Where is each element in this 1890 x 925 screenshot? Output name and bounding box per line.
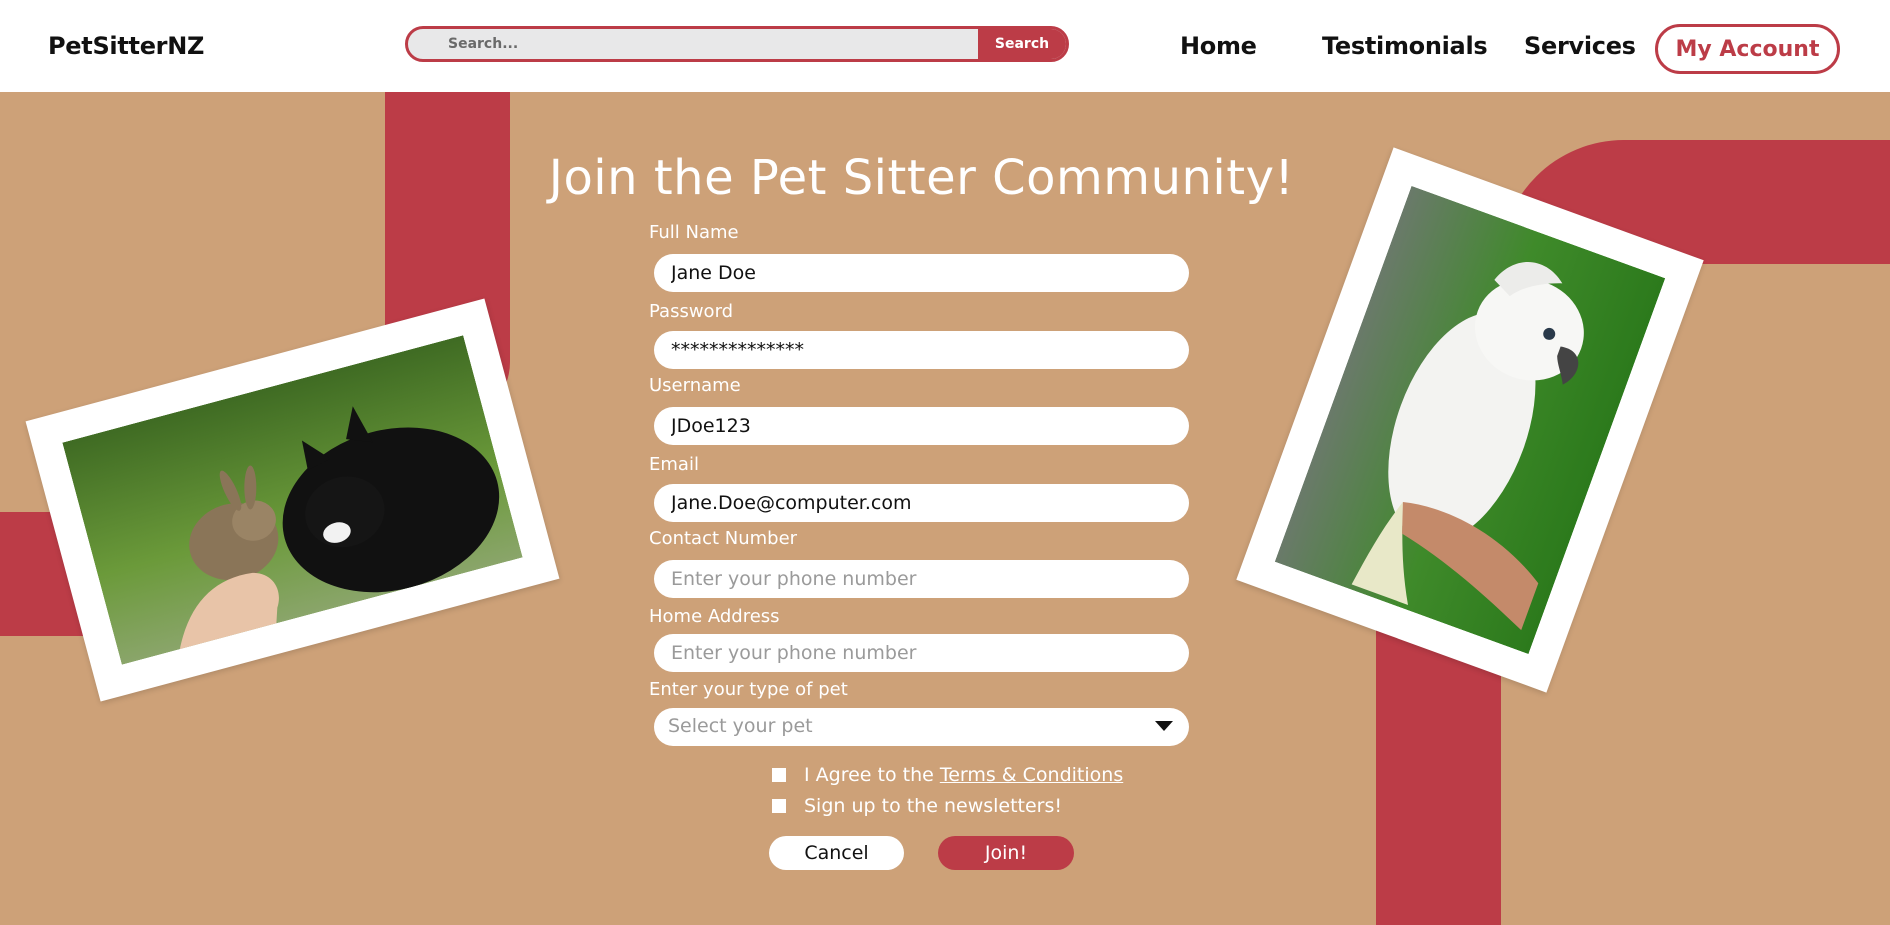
username-input[interactable] <box>654 407 1189 445</box>
join-button[interactable]: Join! <box>938 836 1074 870</box>
rabbit-and-cat-image <box>62 335 523 665</box>
search-input[interactable] <box>408 29 980 59</box>
terms-checkbox[interactable] <box>772 768 786 782</box>
search-bar: Search <box>405 26 1069 62</box>
site-logo[interactable]: PetSitterNZ <box>48 32 204 60</box>
rabbit-and-cat-photo <box>25 298 560 702</box>
terms-row: I Agree to the Terms & Conditions <box>772 764 1123 786</box>
home-address-input[interactable] <box>654 634 1189 672</box>
search-button[interactable]: Search <box>978 29 1066 59</box>
contact-number-input[interactable] <box>654 560 1189 598</box>
chevron-down-icon <box>1155 721 1173 731</box>
home-address-label: Home Address <box>649 606 780 627</box>
pet-type-select[interactable]: Select your pet <box>654 708 1189 746</box>
newsletter-row: Sign up to the newsletters! <box>772 795 1062 817</box>
page-title: Join the Pet Sitter Community! <box>548 150 1295 206</box>
password-label: Password <box>649 301 734 322</box>
nav-testimonials[interactable]: Testimonials <box>1322 32 1488 60</box>
site-header: PetSitterNZ Search Home Testimonials Ser… <box>0 0 1890 92</box>
newsletter-checkbox[interactable] <box>772 799 786 813</box>
pet-type-label: Enter your type of pet <box>649 679 848 700</box>
terms-text: I Agree to the <box>804 764 934 786</box>
terms-link[interactable]: Terms & Conditions <box>940 764 1123 786</box>
cockatoo-image <box>1274 185 1666 655</box>
pet-type-select-value: Select your pet <box>668 715 813 737</box>
nav-services[interactable]: Services <box>1524 32 1636 60</box>
email-input[interactable] <box>654 484 1189 522</box>
full-name-input[interactable] <box>654 254 1189 292</box>
username-label: Username <box>649 375 741 396</box>
nav-home[interactable]: Home <box>1180 32 1257 60</box>
newsletter-text: Sign up to the newsletters! <box>804 795 1063 817</box>
my-account-button[interactable]: My Account <box>1655 24 1840 74</box>
contact-number-label: Contact Number <box>649 528 798 549</box>
email-label: Email <box>649 454 699 475</box>
password-input[interactable] <box>654 331 1189 369</box>
full-name-label: Full Name <box>649 222 739 243</box>
cancel-button[interactable]: Cancel <box>769 836 904 870</box>
